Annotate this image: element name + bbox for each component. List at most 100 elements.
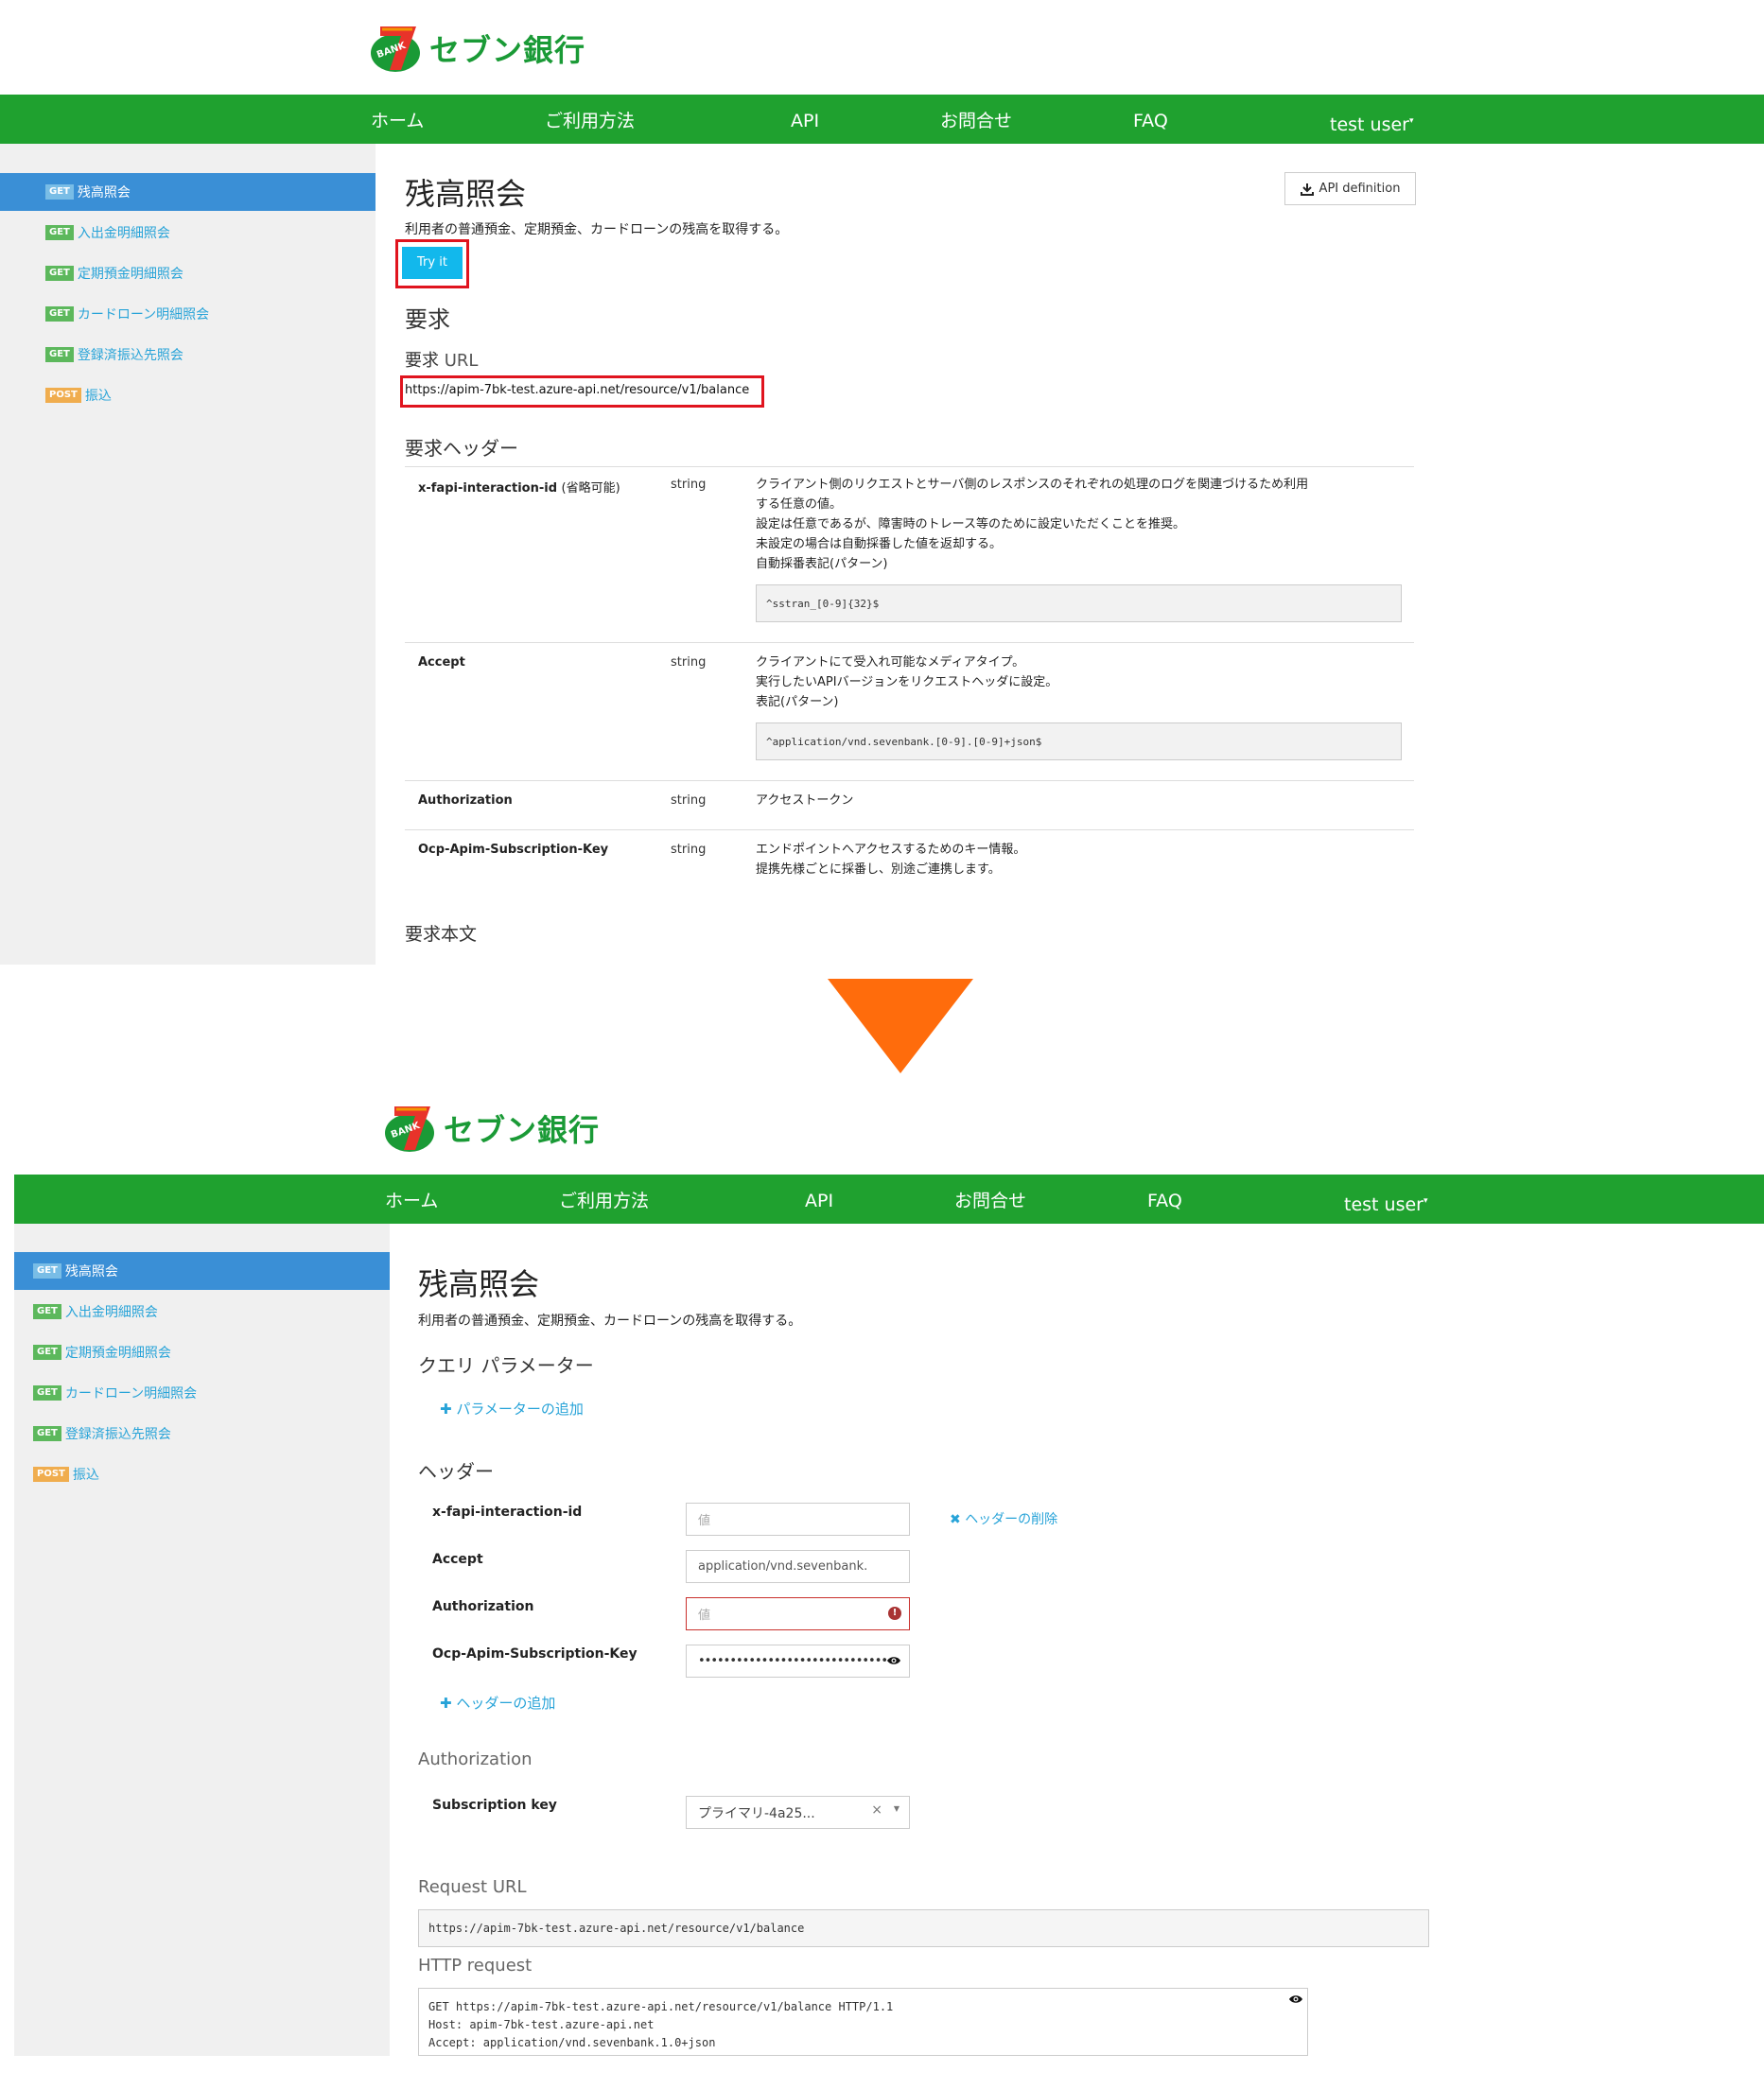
- api-definition-label: API definition: [1319, 182, 1401, 196]
- authorization-input[interactable]: 値!: [686, 1597, 910, 1630]
- chevron-down-icon[interactable]: ▼: [894, 1804, 899, 1813]
- nav-faq[interactable]: FAQ: [1133, 95, 1168, 144]
- input-value: application/vnd.sevenbank.: [698, 1559, 868, 1574]
- subscription-key-select[interactable]: プライマリ-4a25... × ▼: [686, 1796, 910, 1829]
- desc-line: クライアント側のリクエストとサーバ側のレスポンスのそれぞれの処理のログを関連づけ…: [756, 478, 1309, 492]
- page-description: 利用者の普通預金、定期預金、カードローンの残高を取得する。: [405, 222, 789, 237]
- sidebar-item-balance[interactable]: GET 残高照会: [14, 1252, 390, 1290]
- nav-usage[interactable]: ご利用方法: [545, 95, 635, 144]
- sidebar-item-transactions[interactable]: GET 入出金明細照会: [0, 214, 170, 252]
- logo[interactable]: BANK セブン銀行: [369, 21, 585, 76]
- field-label: Authorization: [432, 1599, 534, 1614]
- header-name: Authorization: [418, 793, 513, 808]
- nav-home[interactable]: ホーム: [385, 1175, 438, 1224]
- method-badge: GET: [45, 347, 74, 362]
- main-nav: ホーム ご利用方法 API お問合せ FAQ test user▾: [0, 95, 1764, 144]
- header-name: Accept: [418, 655, 465, 670]
- placeholder: 値: [698, 1609, 711, 1623]
- nav-user-menu[interactable]: test user▾: [1330, 95, 1414, 144]
- user-name: test user: [1330, 114, 1409, 135]
- remove-header-label: ヘッダーの削除: [965, 1512, 1058, 1527]
- sidebar-item-card-loan[interactable]: GET カードローン明細照会: [14, 1374, 197, 1412]
- field-label: Accept: [432, 1552, 483, 1567]
- method-badge: POST: [45, 388, 81, 403]
- sidebar-item-label: 残高照会: [64, 1264, 118, 1280]
- plus-icon: ✚: [440, 1401, 452, 1418]
- request-url-heading: 要求 URL: [405, 347, 478, 372]
- header-type: string: [671, 478, 707, 492]
- nav-contact[interactable]: お問合せ: [940, 95, 1012, 144]
- clear-icon[interactable]: ×: [871, 1802, 882, 1818]
- nav-home[interactable]: ホーム: [371, 95, 424, 144]
- request-url: https://apim-7bk-test.azure-api.net/reso…: [405, 383, 750, 397]
- seven-bank-logo-icon: BANK: [383, 1101, 438, 1156]
- download-icon: [1300, 183, 1314, 196]
- query-params-heading: クエリ パラメーター: [418, 1354, 594, 1377]
- main-nav: ホーム ご利用方法 API お問合せ FAQ test user▾: [14, 1175, 1764, 1224]
- add-parameter-link[interactable]: ✚ パラメーターの追加: [440, 1399, 584, 1419]
- http-line: Host: apim-7bk-test.azure-api.net: [428, 2018, 655, 2031]
- close-icon: ✖: [950, 1512, 961, 1527]
- nav-contact[interactable]: お問合せ: [954, 1175, 1026, 1224]
- desc-line: 実行したいAPIバージョンをリクエストヘッダに設定。: [756, 675, 1058, 689]
- sidebar-item-payees[interactable]: GET 登録済振込先照会: [14, 1415, 171, 1453]
- caret-down-icon: ▾: [1423, 1196, 1428, 1206]
- sidebar-item-label: 定期預金明細照会: [64, 1346, 171, 1361]
- header-description: アクセストークン: [756, 791, 1408, 810]
- desc-line: 設定は任意であるが、障害時のトレース等のために設定いただくことを推奨。: [756, 517, 1185, 531]
- authorization-heading: Authorization: [418, 1750, 533, 1769]
- api-definition-button[interactable]: API definition: [1284, 172, 1416, 205]
- method-badge: GET: [33, 1345, 61, 1360]
- sidebar-item-label: 入出金明細照会: [77, 226, 170, 241]
- sidebar-item-time-deposit[interactable]: GET 定期預金明細照会: [0, 254, 183, 292]
- request-url-box: https://apim-7bk-test.azure-api.net/reso…: [418, 1909, 1429, 1947]
- remove-header-link[interactable]: ✖ ヘッダーの削除: [950, 1509, 1057, 1528]
- request-url-heading: Request URL: [418, 1877, 527, 1897]
- error-icon: !: [888, 1607, 901, 1620]
- pattern-box: ^application/vnd.sevenbank.[0-9].[0-9]+j…: [756, 722, 1402, 760]
- eye-icon[interactable]: [886, 1653, 901, 1668]
- masked-value: ••••••••••••••••••••••••••••••••: [698, 1654, 900, 1668]
- nav-usage[interactable]: ご利用方法: [559, 1175, 649, 1224]
- x-fapi-interaction-id-input[interactable]: 値: [686, 1503, 910, 1536]
- desc-line: エンドポイントへアクセスするためのキー情報。: [756, 843, 1026, 857]
- method-badge: GET: [33, 1304, 61, 1319]
- sidebar-item-balance[interactable]: GET 残高照会: [0, 173, 376, 211]
- request-url-label: 要求: [405, 351, 439, 371]
- sidebar-item-transactions[interactable]: GET 入出金明細照会: [14, 1293, 158, 1331]
- sidebar-item-card-loan[interactable]: GET カードローン明細照会: [0, 295, 209, 333]
- page-description: 利用者の普通預金、定期預金、カードローンの残高を取得する。: [418, 1314, 802, 1329]
- logo[interactable]: BANK セブン銀行: [383, 1101, 600, 1156]
- sidebar-item-label: カードローン明細照会: [64, 1386, 198, 1401]
- desc-line: する任意の値。: [756, 497, 843, 512]
- sidebar-item-transfer[interactable]: POST 振込: [0, 376, 112, 414]
- request-body-heading: 要求本文: [405, 924, 478, 945]
- sidebar-item-time-deposit[interactable]: GET 定期預金明細照会: [14, 1333, 171, 1371]
- pattern-box: ^sstran_[0-9]{32}$: [756, 584, 1402, 622]
- add-header-link[interactable]: ✚ ヘッダーの追加: [440, 1693, 555, 1713]
- sidebar: GET 残高照会 GET 入出金明細照会 GET 定期預金明細照会 GET カードローン…: [0, 144, 376, 965]
- optional-label: (省略可能): [561, 481, 620, 496]
- add-header-label: ヘッダーの追加: [456, 1695, 556, 1712]
- sidebar-item-label: カードローン明細照会: [77, 307, 210, 322]
- sidebar-item-payees[interactable]: GET 登録済振込先照会: [0, 336, 183, 374]
- sidebar-item-transfer[interactable]: POST 振込: [14, 1455, 99, 1493]
- nav-faq[interactable]: FAQ: [1147, 1175, 1182, 1224]
- eye-icon[interactable]: [1288, 1992, 1303, 2007]
- method-badge: GET: [45, 306, 74, 322]
- divider: [405, 642, 1414, 643]
- nav-api[interactable]: API: [791, 95, 819, 144]
- field-label: Ocp-Apim-Subscription-Key: [432, 1646, 637, 1662]
- method-badge: GET: [45, 225, 74, 240]
- plus-icon: ✚: [440, 1695, 452, 1712]
- nav-api[interactable]: API: [805, 1175, 833, 1224]
- http-line: GET https://apim-7bk-test.azure-api.net/…: [428, 2000, 894, 2013]
- caret-down-icon: ▾: [1408, 116, 1414, 126]
- nav-user-menu[interactable]: test user▾: [1344, 1175, 1428, 1224]
- sidebar-item-label: 定期預金明細照会: [77, 267, 183, 282]
- sidebar-item-label: 振込: [72, 1468, 99, 1483]
- accept-input[interactable]: application/vnd.sevenbank.: [686, 1550, 910, 1583]
- try-it-button[interactable]: Try it: [402, 247, 463, 279]
- method-badge: GET: [45, 184, 74, 200]
- subscription-key-input[interactable]: ••••••••••••••••••••••••••••••••: [686, 1645, 910, 1678]
